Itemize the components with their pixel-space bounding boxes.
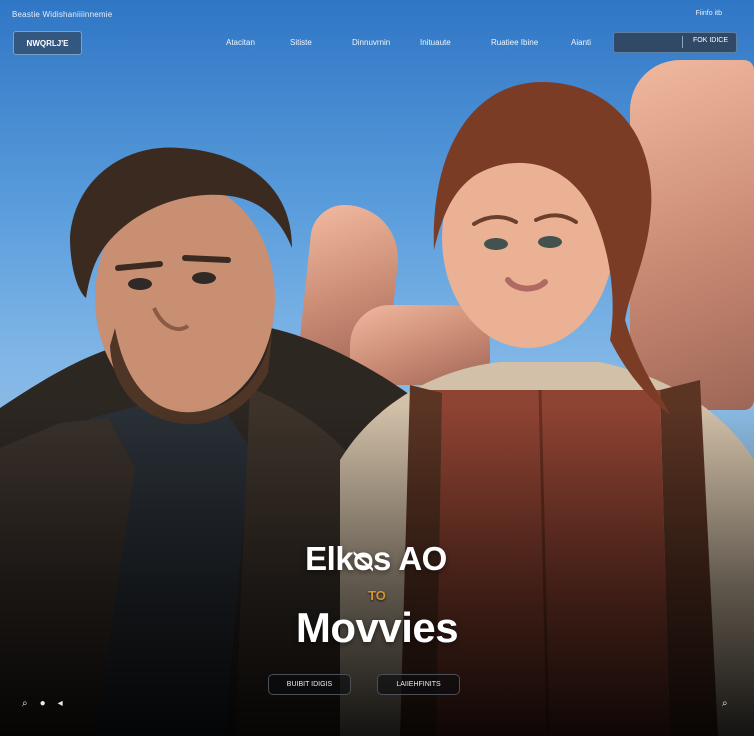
utility-bar: Beastie Widishaniiiinnemie Fiinfo itb	[0, 0, 754, 28]
user-icon[interactable]: ●	[40, 698, 46, 709]
nav-item-1[interactable]: Atacitan	[226, 38, 255, 47]
nav-item-4[interactable]: Inituaute	[420, 38, 451, 47]
nav-item-5[interactable]: Ruatiee Ibine	[491, 38, 538, 47]
primary-cta-button[interactable]: BUIBIT IDIGIS	[268, 674, 351, 695]
search-icon[interactable]: ⌕	[722, 698, 728, 709]
utility-tagline: Beastie Widishaniiiinnemie	[12, 10, 113, 19]
arrow-icon[interactable]: ◂	[58, 698, 63, 709]
search-submit-button[interactable]: FOK IDICE	[693, 37, 728, 44]
bottom-left-controls: ⌕ ● ◂	[22, 698, 63, 709]
hero-title-line-1: Elkᴓs AO	[305, 540, 447, 577]
site-logo-button[interactable]: NWQRLJ'E	[13, 31, 82, 55]
nav-item-2[interactable]: Sitiste	[290, 38, 312, 47]
nav-item-6[interactable]: Aianti	[571, 38, 591, 47]
search-icon[interactable]: ⌕	[22, 698, 28, 709]
hero-page: Beastie Widishaniiiinnemie Fiinfo itb NW…	[0, 0, 754, 736]
search-box: FOK IDICE	[613, 32, 737, 53]
nav-item-3[interactable]: Dinnuvrnin	[352, 38, 390, 47]
hero-title-line-2: Movvies	[295, 604, 459, 651]
search-input[interactable]	[618, 35, 686, 50]
secondary-cta-button[interactable]: LAIIEHFINITS	[377, 674, 460, 695]
hero-title-connector: TO	[368, 588, 386, 603]
search-divider	[682, 36, 683, 48]
utility-right-link[interactable]: Fiinfo itb	[696, 10, 722, 17]
